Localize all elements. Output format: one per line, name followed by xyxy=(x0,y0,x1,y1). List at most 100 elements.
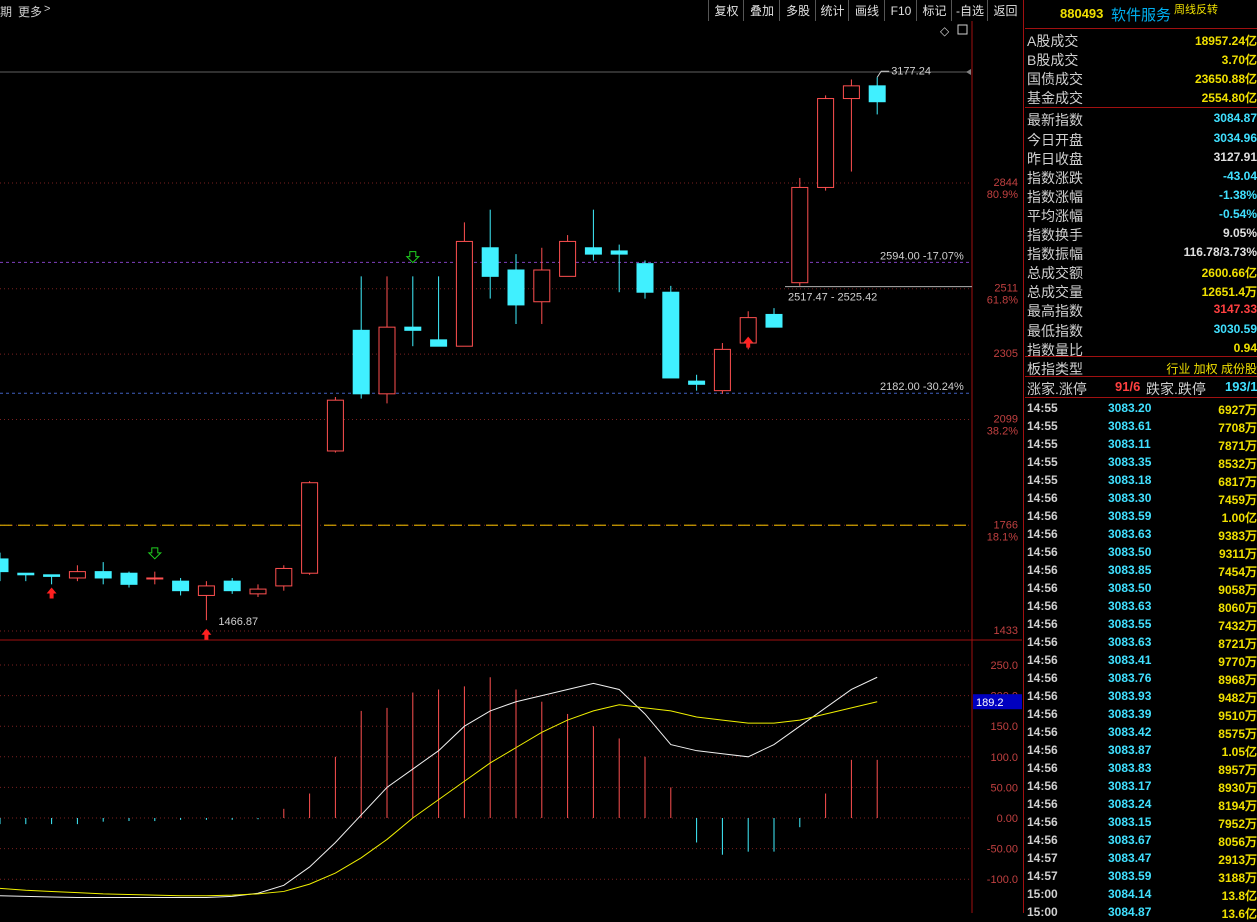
candle-up xyxy=(842,85,860,100)
tick-row: 14:56 3083.67 8056万 xyxy=(1025,831,1257,849)
sell-arrow-icon xyxy=(147,547,163,560)
tick-row: 14:56 3083.15 7952万 xyxy=(1025,813,1257,831)
more-menu[interactable]: 更多 xyxy=(18,3,42,20)
candle-up xyxy=(378,326,396,395)
stat-row: 最新指数 3084.87 xyxy=(1025,109,1257,128)
stat-label: 国债成交 xyxy=(1027,71,1083,88)
stat-label: 最低指数 xyxy=(1027,322,1083,339)
stat-value: 23650.88亿 xyxy=(1194,72,1257,87)
tick-row: 14:55 3083.18 6817万 xyxy=(1025,471,1257,489)
tick-price: 3083.93 xyxy=(1108,689,1152,703)
tick-volume: 6817万 xyxy=(1218,475,1257,489)
advancers-label: 涨家.涨停 xyxy=(1027,381,1087,397)
toolbar-button[interactable]: F10 xyxy=(884,0,917,21)
tick-row: 14:56 3083.63 8721万 xyxy=(1025,633,1257,651)
tick-time: 14:55 xyxy=(1027,473,1058,487)
tick-price: 3083.39 xyxy=(1108,707,1152,721)
candle-down xyxy=(94,571,112,579)
macd-tick-label: -50.00 xyxy=(987,844,1018,856)
stat-label: 今日开盘 xyxy=(1027,131,1083,148)
kline-chart[interactable]: ◇ 284480.9% 251161.8% 209938.2% 176618.1% 230… xyxy=(0,21,1022,913)
stat-row: 指数振幅 116.78/3.73% xyxy=(1025,243,1257,262)
index-type-value[interactable]: 行业 加权 成份股 xyxy=(1166,360,1257,377)
candle-up xyxy=(713,348,731,392)
panel-separator xyxy=(1025,376,1257,377)
tick-volume: 1.00亿 xyxy=(1221,511,1257,525)
stat-label: 昨日收盘 xyxy=(1027,150,1083,167)
candle-down xyxy=(636,263,654,293)
toolbar-button[interactable]: 标记 xyxy=(916,0,952,21)
tick-volume: 8968万 xyxy=(1218,673,1257,687)
tick-price: 3083.42 xyxy=(1108,725,1152,739)
toolbar-button[interactable]: 返回 xyxy=(987,0,1023,21)
tick-volume: 13.8亿 xyxy=(1221,889,1257,903)
toolbar-button[interactable]: 统计 xyxy=(815,0,849,21)
stat-label: B股成交 xyxy=(1027,52,1079,69)
candle-up xyxy=(301,482,319,574)
tick-price: 3083.11 xyxy=(1108,437,1151,451)
tick-volume: 8532万 xyxy=(1218,457,1257,471)
toolbar-button[interactable]: 多股 xyxy=(779,0,816,21)
decliners-value: 193/1 xyxy=(1225,379,1257,394)
stat-label: 平均涨幅 xyxy=(1027,207,1083,224)
tick-time: 14:56 xyxy=(1027,635,1058,649)
toolbar-button[interactable]: 画线 xyxy=(848,0,885,21)
candle-down xyxy=(610,250,628,255)
stat-row: 指数换手 9.05% xyxy=(1025,224,1257,243)
price-tick-label: 2844 xyxy=(994,177,1018,189)
stat-value: 116.78/3.73% xyxy=(1183,245,1257,260)
panel-separator xyxy=(1025,356,1257,357)
panel-separator xyxy=(1025,107,1257,108)
stat-value: 3127.91 xyxy=(1213,149,1257,164)
tick-row: 14:56 3083.63 8060万 xyxy=(1025,597,1257,615)
tick-price: 3083.85 xyxy=(1108,563,1152,577)
window-icon xyxy=(957,24,968,35)
tick-time: 14:56 xyxy=(1027,797,1058,811)
stat-label: 总成交量 xyxy=(1027,284,1083,301)
stat-label: 指数换手 xyxy=(1027,227,1083,243)
buy-arrow-icon xyxy=(46,587,57,599)
tick-volume: 8957万 xyxy=(1218,763,1257,777)
stock-name[interactable]: 软件服务 xyxy=(1111,4,1171,25)
tick-volume: 3188万 xyxy=(1218,871,1257,885)
stat-row: 总成交量 12651.4万 xyxy=(1025,281,1257,300)
price-tick-label: 2305 xyxy=(994,348,1018,360)
period-tab-fragment[interactable]: 期 xyxy=(0,3,12,20)
stat-row: 指数涨跌 -43.04 xyxy=(1025,167,1257,186)
sell-arrow-icon xyxy=(405,251,421,264)
tick-price: 3083.83 xyxy=(1108,761,1152,775)
tick-volume: 7708万 xyxy=(1218,421,1257,435)
candle-up xyxy=(197,585,215,596)
stat-label: 指数涨跌 xyxy=(1027,169,1083,186)
panel-separator xyxy=(1025,28,1257,29)
macd-tick-label: 150.0 xyxy=(990,721,1018,733)
reference-marker-icon xyxy=(966,69,971,75)
fib-pct-label: 80.9% xyxy=(987,189,1018,201)
tick-price: 3083.17 xyxy=(1108,779,1152,793)
tick-price: 3083.41 xyxy=(1108,653,1152,667)
stat-value: 9.05% xyxy=(1222,226,1257,240)
tick-row: 14:55 3083.35 8532万 xyxy=(1025,453,1257,471)
stat-value: 18957.24亿 xyxy=(1194,34,1257,48)
toolbar-button[interactable]: -自选 xyxy=(951,0,988,21)
toolbar-button[interactable]: 复权 xyxy=(708,0,744,21)
stat-value: 3.70亿 xyxy=(1221,53,1257,68)
tick-time: 15:00 xyxy=(1027,887,1058,901)
more-chevron-icon[interactable]: > xyxy=(44,3,50,15)
stat-label: 最新指数 xyxy=(1027,112,1083,129)
stat-row: 最高指数 3147.33 xyxy=(1025,300,1257,319)
tick-row: 14:56 3083.83 8957万 xyxy=(1025,759,1257,777)
candle-down xyxy=(404,326,422,331)
breadth-row: 涨家.涨停 91/6 跌家.跌停 193/1 xyxy=(1025,378,1257,397)
quote-panel: 880493 软件服务 周线反转 A股成交 18957.24亿 B股成交 3.70亿国… xyxy=(1025,0,1257,921)
tick-time: 14:56 xyxy=(1027,563,1058,577)
toolbar-button[interactable]: 叠加 xyxy=(743,0,780,21)
tick-row: 14:57 3083.47 2913万 xyxy=(1025,849,1257,867)
tick-volume: 7952万 xyxy=(1218,817,1257,831)
tick-price: 3083.50 xyxy=(1108,545,1152,559)
tick-time: 14:56 xyxy=(1027,491,1058,505)
decliners-label: 跌家.跌停 xyxy=(1146,381,1206,397)
stat-row: 指数涨幅 -1.38% xyxy=(1025,186,1257,205)
high-label: 3177.24 xyxy=(891,65,931,77)
tick-time: 14:55 xyxy=(1027,455,1058,469)
